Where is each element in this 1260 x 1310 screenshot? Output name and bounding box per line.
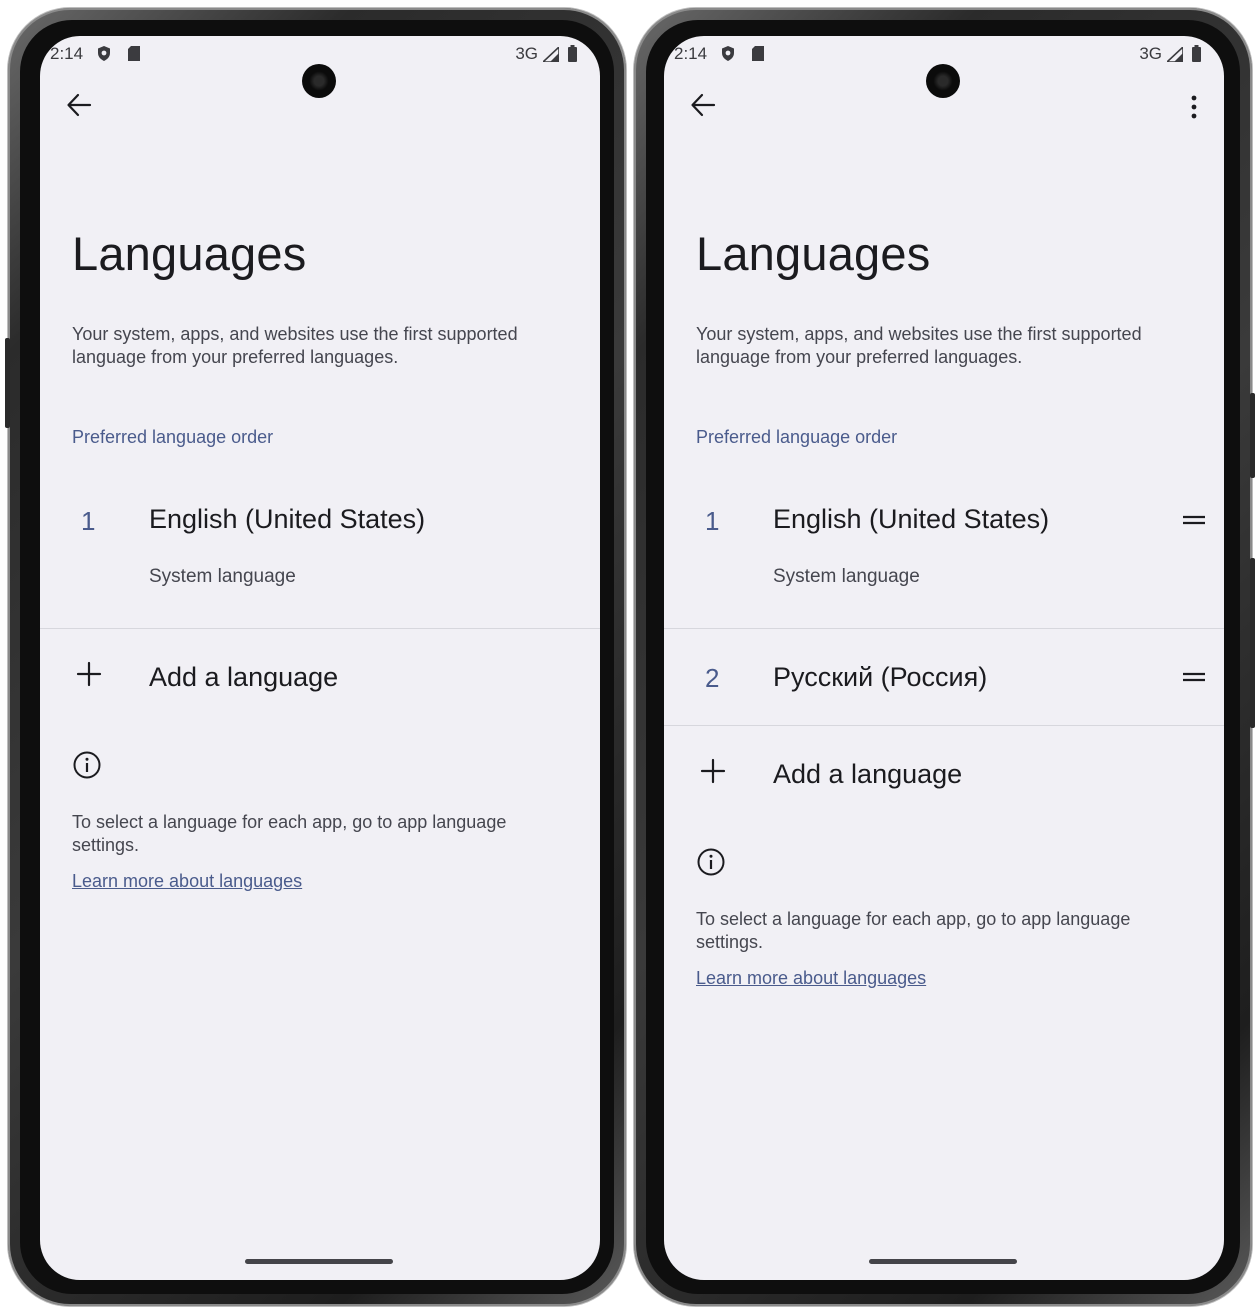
arrow-left-icon[interactable]	[66, 92, 92, 118]
page-description: Your system, apps, and websites use the …	[696, 324, 1142, 367]
learn-more-link[interactable]: Learn more about languages	[72, 871, 302, 892]
plus-icon	[76, 661, 102, 687]
divider	[664, 725, 1224, 726]
plus-icon	[700, 758, 726, 784]
drag-handle-icon[interactable]	[1182, 670, 1206, 684]
signal-icon	[543, 47, 559, 62]
stage: 2:14 3G Languages Your system, apps, and…	[0, 0, 1260, 1310]
language-name: Русский (Россия)	[773, 662, 988, 692]
gesture-nav-handle[interactable]	[245, 1259, 393, 1264]
front-camera	[302, 64, 336, 98]
learn-more-link[interactable]: Learn more about languages	[696, 968, 926, 989]
drag-handle-icon[interactable]	[1182, 513, 1206, 527]
signal-icon	[1167, 47, 1183, 62]
screen-right: 2:14 3G Languages Your system, apps, and…	[664, 36, 1224, 1280]
side-button	[1250, 558, 1255, 728]
shield-icon	[722, 46, 734, 61]
language-name: English (United States)	[773, 504, 1050, 534]
shield-icon	[98, 46, 110, 61]
language-subtitle: System language	[149, 566, 296, 587]
battery-icon	[1192, 45, 1201, 62]
language-order-number: 1	[81, 506, 96, 536]
sd-card-icon	[752, 46, 764, 61]
language-name: English (United States)	[149, 504, 426, 534]
status-time: 2:14	[50, 44, 84, 63]
page-title: Languages	[696, 227, 931, 280]
front-camera	[926, 64, 960, 98]
status-network: 3G	[515, 44, 538, 63]
arrow-left-icon[interactable]	[690, 92, 716, 118]
language-subtitle: System language	[773, 566, 920, 587]
language-item-english[interactable]: 1 English (United States) System languag…	[40, 491, 600, 628]
section-header: Preferred language order	[696, 427, 898, 447]
language-item-russian[interactable]: 2 Русский (Россия)	[664, 632, 1224, 724]
divider	[40, 628, 600, 629]
add-language-button[interactable]: Add a language	[40, 632, 600, 722]
add-language-label: Add a language	[773, 759, 963, 789]
language-item-english[interactable]: 1 English (United States) System languag…	[664, 491, 1224, 628]
battery-icon	[568, 45, 577, 62]
page-title: Languages	[72, 227, 307, 280]
status-time: 2:14	[674, 44, 708, 63]
phone-left: 2:14 3G Languages Your system, apps, and…	[5, 8, 626, 1306]
gesture-nav-handle[interactable]	[869, 1259, 1017, 1264]
info-icon	[73, 751, 101, 779]
more-vert-icon[interactable]	[1184, 94, 1204, 120]
screen-left: 2:14 3G Languages Your system, apps, and…	[40, 36, 600, 1280]
side-button	[1250, 393, 1255, 478]
info-icon	[697, 848, 725, 876]
language-order-number: 2	[705, 663, 720, 693]
add-language-button[interactable]: Add a language	[664, 729, 1224, 819]
side-button	[5, 338, 10, 428]
sd-card-icon	[128, 46, 140, 61]
language-order-number: 1	[705, 506, 720, 536]
status-network: 3G	[1139, 44, 1162, 63]
add-language-label: Add a language	[149, 662, 339, 692]
footer-text: To select a language for each app, go to…	[696, 909, 1131, 952]
page-description: Your system, apps, and websites use the …	[72, 324, 518, 367]
section-header: Preferred language order	[72, 427, 274, 447]
footer-text: To select a language for each app, go to…	[72, 812, 507, 855]
phone-right: 2:14 3G Languages Your system, apps, and…	[634, 8, 1255, 1306]
divider	[664, 628, 1224, 629]
